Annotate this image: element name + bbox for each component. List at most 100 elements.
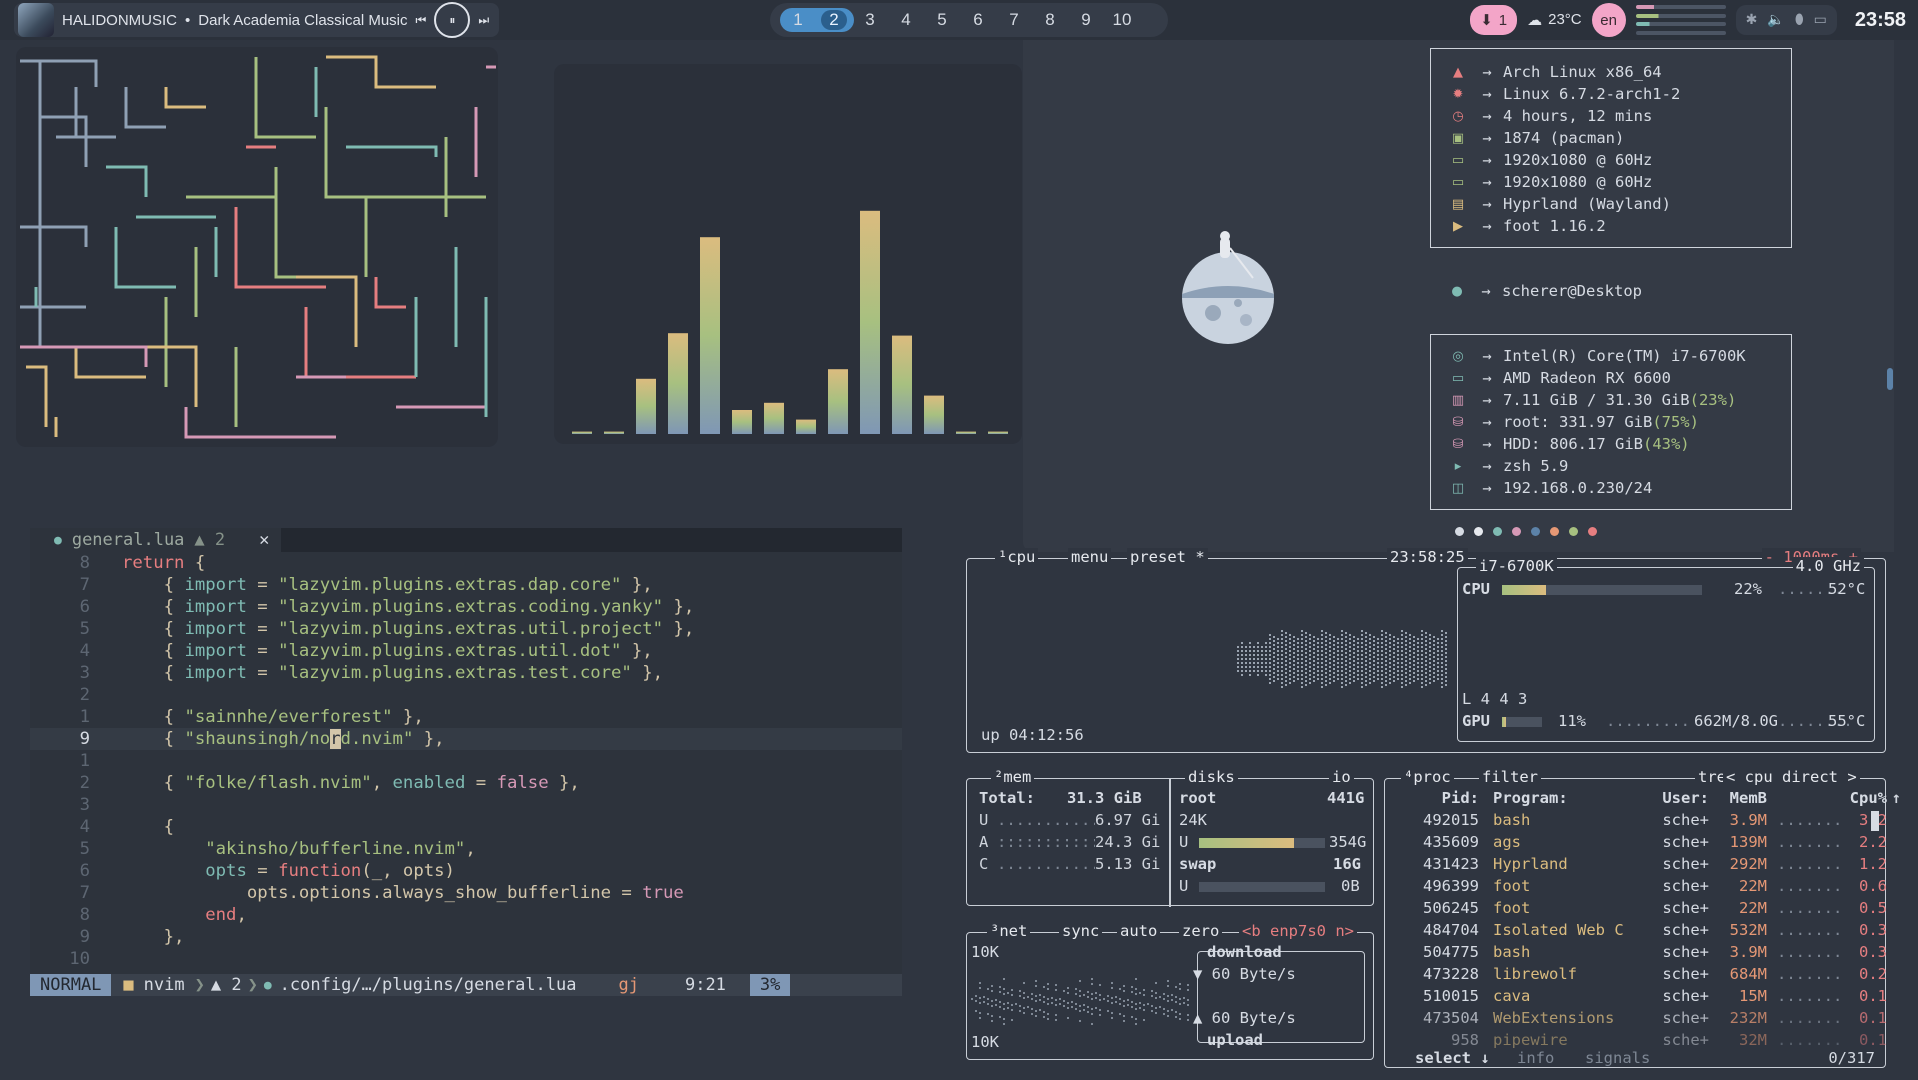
code-line[interactable]: 9 }, [30,926,902,948]
net-title[interactable]: ³net [987,922,1031,940]
proc-title[interactable]: ⁴proc [1401,768,1454,786]
workspace-2[interactable]: 2 [816,10,852,30]
net-graph-dot [1003,1003,1005,1005]
code-line[interactable]: 8 return { [30,552,902,574]
scroll-indicator[interactable] [1887,368,1893,390]
net-graph-dot [1035,985,1037,987]
code-line[interactable]: 5 { import = "lazyvim.plugins.extras.uti… [30,618,902,640]
process-row[interactable]: 484704 Isolated Web C sche+ 532M....... 0.3 [1385,921,1887,943]
cpu-graph-dot [1381,662,1383,664]
cpu-graph-dot [1381,642,1383,644]
net-zero-toggle[interactable]: zero [1179,922,1223,940]
process-row[interactable]: 473504 WebExtensions sche+ 232M....... 0.1 [1385,1009,1887,1031]
cpu-graph-dot [1417,662,1419,664]
cpu-graph-dot [1421,630,1423,632]
workspace-10[interactable]: 10 [1104,10,1140,30]
btop-cpu-tab[interactable]: ¹cpu [995,548,1039,566]
workspace-3[interactable]: 3 [852,10,888,30]
cpu-percent: 22% [1734,580,1762,598]
code-line[interactable]: 3 { import = "lazyvim.plugins.extras.tes… [30,662,902,684]
code-line[interactable]: 2 [30,684,902,706]
code-line[interactable]: 1 { "sainnhe/everforest" }, [30,706,902,728]
cpu-graph-dot [1333,652,1335,654]
volume-icon[interactable]: 🔈 [1767,12,1784,28]
code-line[interactable]: 6 { import = "lazyvim.plugins.extras.cod… [30,596,902,618]
user-header[interactable]: User: [1629,789,1709,811]
code-line[interactable]: 8 end, [30,904,902,926]
workspace-4[interactable]: 4 [888,10,924,30]
code-editor[interactable]: 8 return {7 { import = "lazyvim.plugins.e… [30,552,902,970]
mem-header[interactable]: MemB [1709,789,1767,811]
cpu-graph-dot [1253,662,1255,664]
workspace-6[interactable]: 6 [960,10,996,30]
clock[interactable]: 23:58 [1847,9,1906,32]
mem-row-value: 5.13 Gi [1095,855,1161,873]
cpu-graph-dot [1441,638,1443,640]
proc-scrollbar[interactable] [1871,811,1879,831]
screen-icon[interactable]: ▭ [1814,12,1827,28]
code-line[interactable]: 4 { [30,816,902,838]
btop-menu-tab[interactable]: menu [1068,548,1112,566]
cpu-graph-dot [1261,670,1263,672]
process-row[interactable]: 504775 bash sche+ 3.9M....... 0.3 [1385,943,1887,965]
quick-settings[interactable]: ✱ 🔈 ⬮ ▭ [1735,5,1837,35]
code-line[interactable]: 5 "akinsho/bufferline.nvim", [30,838,902,860]
bluetooth-icon[interactable]: ✱ [1746,12,1758,28]
workspace-8[interactable]: 8 [1032,10,1068,30]
code-line[interactable]: 4 { import = "lazyvim.plugins.extras.uti… [30,640,902,662]
code-line[interactable]: 7 { import = "lazyvim.plugins.extras.dap… [30,574,902,596]
keyboard-layout-indicator[interactable]: en [1591,3,1626,37]
net-sync-toggle[interactable]: sync [1059,922,1103,940]
resource-bars-indicator[interactable] [1635,5,1726,35]
pid-header[interactable]: Pid: [1385,789,1479,811]
process-row[interactable]: 510015 cava sche+ 15M....... 0.1 [1385,987,1887,1009]
btop-preset-tab[interactable]: preset * [1127,548,1208,566]
mem-title[interactable]: ²mem [991,768,1035,786]
process-row[interactable]: 496399 foot sche+ 22M....... 0.6 [1385,877,1887,899]
process-row[interactable]: 431423 Hyprland sche+ 292M....... 1.2 [1385,855,1887,877]
workspace-9[interactable]: 9 [1068,10,1104,30]
process-row[interactable]: 435609 ags sche+ 139M....... 2.2 [1385,833,1887,855]
proc-sort-selector[interactable]: < cpu direct > [1723,768,1860,786]
program-header[interactable]: Program: [1479,789,1629,811]
code-line[interactable]: 3 [30,794,902,816]
file-path: .config/…/plugins/general.lua [279,975,577,995]
battery-icon[interactable]: ⬮ [1795,12,1804,28]
code-line[interactable]: 1 [30,750,902,772]
net-graph-dot [1187,1004,1189,1006]
sort-arrow-icon[interactable]: ↑ [1887,789,1901,811]
weather-widget[interactable]: ☁ 23°C [1527,11,1582,29]
album-art[interactable] [18,3,54,37]
proc-filter[interactable]: filter [1479,768,1541,786]
workspace-7[interactable]: 7 [996,10,1032,30]
updates-indicator[interactable]: ⬇ 1 [1470,5,1518,35]
net-auto-toggle[interactable]: auto [1117,922,1161,940]
cpu-graph-dot [1357,670,1359,672]
cpu-graph-dot [1389,678,1391,680]
code-line[interactable]: 2 { "folke/flash.nvim", enabled = false … [30,772,902,794]
workspace-1[interactable]: 1 [780,10,816,30]
workspace-5[interactable]: 5 [924,10,960,30]
close-icon[interactable]: ✕ [259,530,269,550]
code-line[interactable]: 7 opts.options.always_show_bufferline = … [30,882,902,904]
previous-track-icon[interactable]: ⏮ [416,13,427,28]
cpu-header[interactable]: Cpu% [1835,789,1887,811]
process-row[interactable]: 506245 foot sche+ 22M....... 0.5 [1385,899,1887,921]
proc-signals[interactable]: signals [1585,1049,1650,1067]
process-row[interactable]: 473228 librewolf sche+ 684M....... 0.2 [1385,965,1887,987]
buffer-tab[interactable]: ● general.lua ▲ 2 ✕ [30,528,282,552]
code-line[interactable]: 10 [30,948,902,970]
code-line[interactable]: 9 { "shaunsingh/nord.nvim" }, [30,728,902,750]
cpu-graph-dot [1381,678,1383,680]
proc-select[interactable]: select ↓ [1415,1049,1490,1067]
next-track-icon[interactable]: ⏭ [478,13,489,28]
buffer-tab-name: general.lua [71,530,185,550]
net-interface-selector[interactable]: <b enp7s0 n> [1239,922,1357,940]
proc-info[interactable]: info [1517,1049,1554,1067]
neovim-window[interactable]: ● general.lua ▲ 2 ✕ 8 return {7 { import … [30,528,902,996]
process-row[interactable]: 492015 bash sche+ 3.9M.......3.2 [1385,811,1887,833]
code-line[interactable]: 6 opts = function(_, opts) [30,860,902,882]
pause-button[interactable]: ⏸ [434,2,471,38]
io-toggle[interactable]: io [1329,768,1354,786]
proc-list[interactable]: 492015bashsche+3.9M.......3.2435609agssc… [1385,811,1887,1053]
